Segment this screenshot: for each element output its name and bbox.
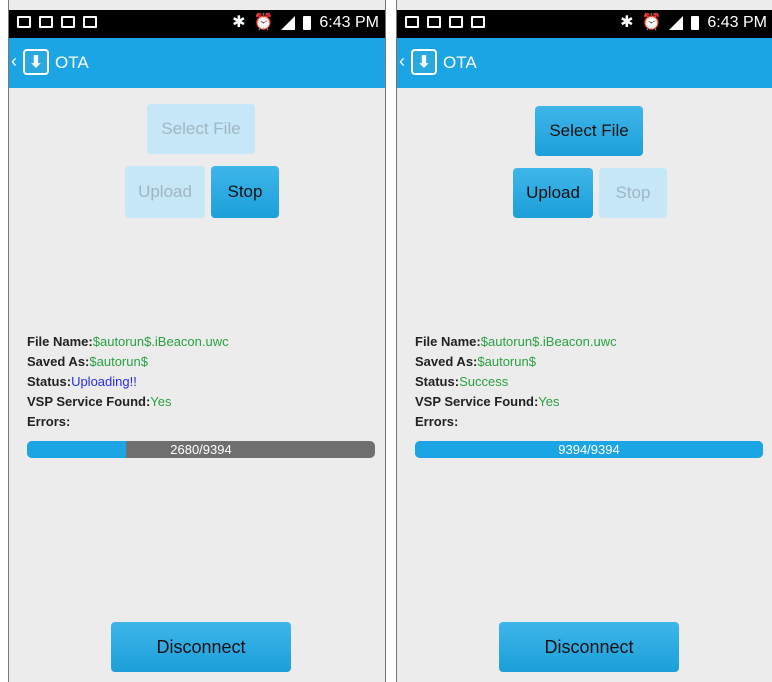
saved-as-row: Saved As:$autorun$ (27, 354, 148, 369)
voicemail-icon (39, 16, 53, 28)
back-chevron-icon[interactable]: ‹ (399, 52, 405, 70)
download-app-icon[interactable]: ⬇ (411, 49, 437, 75)
file-name-row: File Name:$autorun$.iBeacon.uwc (415, 334, 617, 349)
ota-info: File Name:$autorun$.iBeacon.uwc Saved As… (415, 332, 617, 432)
phone-screen-success: ✱ ⏰ 6:43 PM ‹ ⬇ OTA Select File Upload S… (396, 0, 772, 682)
select-file-button[interactable]: Select File (535, 106, 643, 156)
disconnect-button[interactable]: Disconnect (499, 622, 679, 672)
status-bar: ✱ ⏰ 6:43 PM (397, 10, 772, 38)
saved-as-row: Saved As:$autorun$ (415, 354, 536, 369)
download-app-icon[interactable]: ⬇ (23, 49, 49, 75)
back-chevron-icon[interactable]: ‹ (11, 52, 17, 70)
action-bar: ‹ ⬇ OTA (397, 38, 772, 88)
voicemail-icon (61, 16, 75, 28)
progress-text: 9394/9394 (558, 442, 620, 457)
status-bar: ✱ ⏰ 6:43 PM (9, 10, 385, 38)
select-file-button[interactable]: Select File (147, 104, 255, 154)
errors-row: Errors: (27, 414, 71, 429)
battery-icon (303, 16, 312, 30)
signal-icon (669, 16, 684, 30)
vsp-row: VSP Service Found:Yes (415, 394, 560, 409)
signal-icon (281, 16, 296, 30)
upload-progress-bar: 9394/9394 (415, 441, 763, 458)
image-icon (83, 16, 97, 28)
upload-progress-bar: 2680/9394 (27, 441, 375, 458)
stop-button[interactable]: Stop (211, 166, 279, 218)
status-row: Status:Success (415, 374, 509, 389)
status-time: 6:43 PM (319, 14, 379, 31)
image-icon (427, 16, 441, 28)
action-bar: ‹ ⬇ OTA (9, 38, 385, 88)
errors-row: Errors: (415, 414, 459, 429)
notification-icons (17, 16, 97, 28)
voicemail-icon (471, 16, 485, 28)
alarm-icon: ⏰ (253, 14, 274, 31)
voicemail-icon (449, 16, 463, 28)
file-name-row: File Name:$autorun$.iBeacon.uwc (27, 334, 229, 349)
status-time: 6:43 PM (707, 14, 767, 31)
upload-button[interactable]: Upload (125, 166, 205, 218)
progress-text: 2680/9394 (170, 442, 232, 457)
battery-icon (691, 16, 700, 30)
bluetooth-icon: ✱ (232, 14, 246, 31)
email-icon (405, 16, 419, 28)
alarm-icon: ⏰ (641, 14, 662, 31)
phone-screen-uploading: ✱ ⏰ 6:43 PM ‹ ⬇ OTA Select File Upload S… (8, 0, 386, 682)
upload-button[interactable]: Upload (513, 168, 593, 218)
stop-button[interactable]: Stop (599, 168, 667, 218)
status-row: Status:Uploading!! (27, 374, 137, 389)
bluetooth-icon: ✱ (620, 14, 634, 31)
disconnect-button[interactable]: Disconnect (111, 622, 291, 672)
ota-info: File Name:$autorun$.iBeacon.uwc Saved As… (27, 332, 229, 432)
app-title: OTA (443, 53, 477, 72)
app-title: OTA (55, 53, 89, 72)
vsp-row: VSP Service Found:Yes (27, 394, 172, 409)
notification-icons (405, 16, 485, 28)
email-icon (17, 16, 31, 28)
